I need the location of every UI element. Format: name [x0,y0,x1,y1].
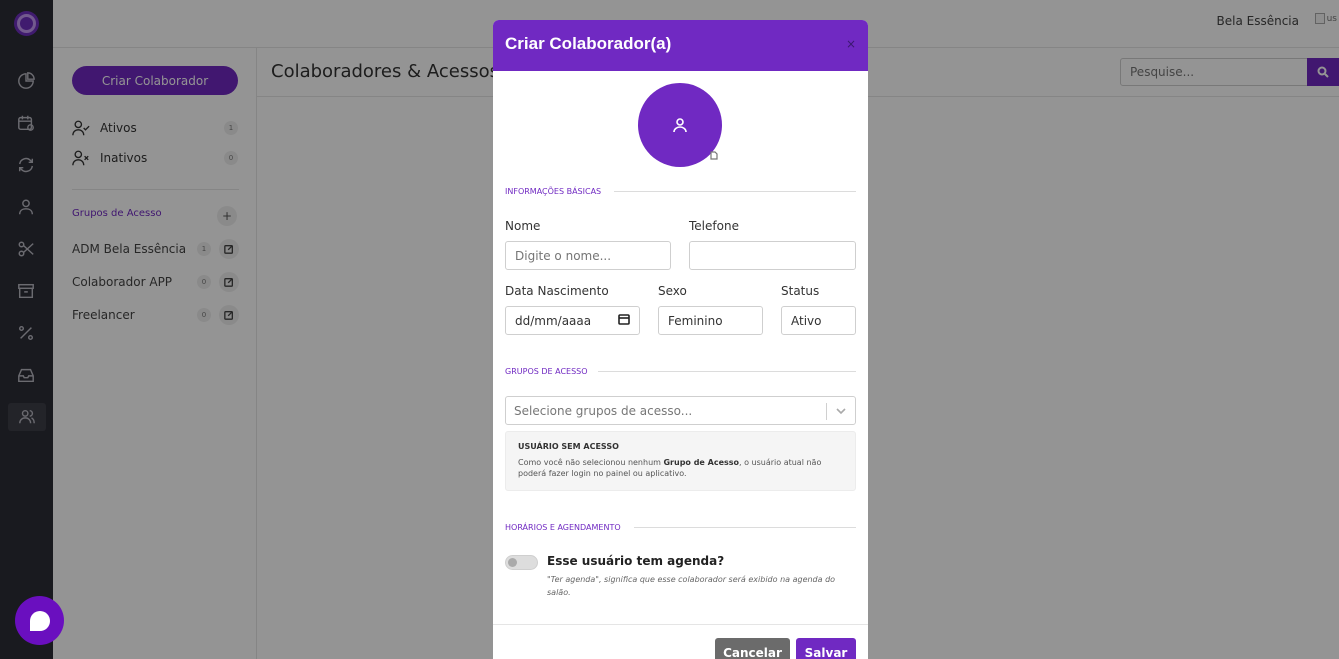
section-access-groups: Grupos de Acesso [505,367,588,376]
upload-photo-button[interactable] [709,150,719,161]
create-collaborator-modal: Criar Colaborador(a) × Informações Básic… [493,20,868,659]
agenda-description: "Ter agenda", significa que esse colabor… [547,575,836,597]
agenda-title: Esse usuário tem agenda? [547,554,725,568]
notice-title: USUÁRIO SEM ACESSO [518,442,619,451]
section-divider [634,527,856,528]
save-button[interactable]: Salvar [796,638,856,659]
footer-divider [493,624,868,625]
section-schedule: Horários e Agendamento [505,523,621,532]
birth-date-value: dd/mm/aaaa [515,313,592,328]
phone-label: Telefone [689,219,739,233]
sex-select[interactable]: Feminino [658,306,763,335]
section-divider [614,191,856,192]
user-icon [673,118,687,133]
name-label: Nome [505,219,541,233]
cancel-button[interactable]: Cancelar [715,638,790,659]
status-value: Ativo [791,313,822,328]
agenda-toggle[interactable] [505,555,538,570]
chat-icon [29,610,50,631]
phone-input[interactable] [689,241,856,270]
sex-value: Feminino [668,313,723,328]
status-select[interactable]: Ativo [781,306,856,335]
birth-date-input[interactable]: dd/mm/aaaa [505,306,640,335]
name-input[interactable] [505,241,671,270]
section-divider [598,371,856,372]
close-icon[interactable]: × [846,37,856,51]
access-groups-select[interactable]: Selecione grupos de acesso... [505,396,856,425]
file-icon [710,151,718,160]
notice-text: Como você não selecionou nenhum Grupo de… [518,458,822,478]
calendar-icon[interactable] [618,313,630,328]
modal-title: Criar Colaborador(a) [505,34,672,53]
no-access-notice: USUÁRIO SEM ACESSO Como você não selecio… [505,431,856,491]
modal-header: Criar Colaborador(a) × [493,20,868,71]
access-groups-placeholder: Selecione grupos de acesso... [514,403,693,418]
birth-date-label: Data Nascimento [505,284,609,298]
status-label: Status [781,284,820,298]
select-separator [826,403,827,420]
chevron-down-icon[interactable] [835,405,847,420]
chat-button[interactable] [15,596,64,645]
section-basic-info: Informações Básicas [505,187,602,196]
sex-label: Sexo [658,284,687,298]
